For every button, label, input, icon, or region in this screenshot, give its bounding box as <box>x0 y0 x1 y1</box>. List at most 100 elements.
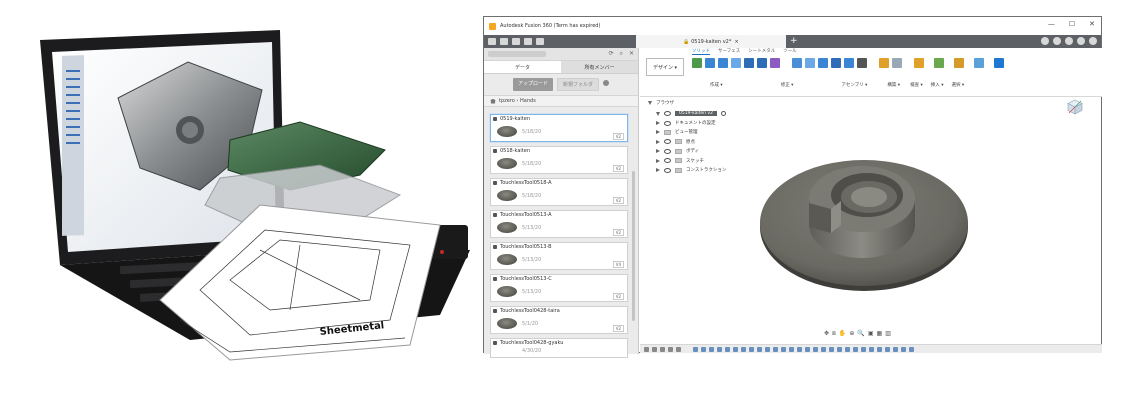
team-selector[interactable] <box>488 51 546 57</box>
timeline-feature[interactable] <box>805 346 810 352</box>
notifications-icon[interactable] <box>1065 37 1073 45</box>
close-button[interactable]: ✕ <box>1089 20 1095 28</box>
file-card[interactable]: 0519-kaiten 5/18/20 V2 <box>490 114 628 142</box>
pan-icon[interactable]: ✋ <box>839 330 846 338</box>
group-create[interactable]: 作成 ▾ <box>710 82 723 88</box>
press-pull-icon[interactable] <box>792 58 802 68</box>
joint-icon[interactable] <box>892 58 902 68</box>
browser-item[interactable]: ビュー管理 <box>656 128 726 137</box>
file-card[interactable]: 0518-kaiten 5/18/20 V2 <box>490 146 628 174</box>
collapse-icon[interactable] <box>648 101 652 105</box>
file-card[interactable]: TouchlessTool0428-taira 5/1/20 V2 <box>490 306 628 334</box>
fillet-icon[interactable] <box>805 58 815 68</box>
timeline-feature[interactable] <box>893 346 898 352</box>
breadcrumb-item-folder[interactable]: Hands <box>520 98 536 104</box>
form-icon[interactable] <box>770 58 780 68</box>
timeline-feature[interactable] <box>853 346 858 352</box>
file-card[interactable]: TouchlessTool0513-A 5/13/20 V2 <box>490 210 628 238</box>
visibility-icon[interactable] <box>664 167 671 173</box>
timeline-feature[interactable] <box>789 346 794 352</box>
timeline-play-icon[interactable] <box>660 346 665 352</box>
display-settings-icon[interactable]: ▣ <box>868 330 874 338</box>
timeline-feature[interactable] <box>733 346 738 352</box>
file-card[interactable]: TouchlessTool0513-B 5/13/20 V4 <box>490 242 628 270</box>
expand-icon[interactable] <box>656 149 660 154</box>
timeline-feature[interactable] <box>837 346 842 352</box>
timeline-end-icon[interactable] <box>676 346 681 352</box>
extrude-icon[interactable] <box>705 58 715 68</box>
timeline-feature[interactable] <box>693 346 698 352</box>
timeline-feature[interactable] <box>749 346 754 352</box>
timeline-feature[interactable] <box>885 346 890 352</box>
browser-item[interactable]: スケッチ <box>656 156 726 165</box>
box-icon[interactable] <box>744 58 754 68</box>
extensions-icon[interactable] <box>1041 37 1049 45</box>
grid-settings-icon[interactable]: ▦ <box>877 330 883 338</box>
tab-surface[interactable]: サーフェス <box>718 48 740 55</box>
insert-icon[interactable] <box>954 58 964 68</box>
timeline-feature[interactable] <box>717 346 722 352</box>
viewports-icon[interactable]: ▥ <box>885 330 891 338</box>
pattern-icon[interactable] <box>757 58 767 68</box>
visibility-icon[interactable] <box>664 148 671 154</box>
version-badge[interactable]: V4 <box>612 261 624 268</box>
browser-item[interactable]: ドキュメントの設定 <box>656 118 726 127</box>
expand-icon[interactable] <box>656 168 660 173</box>
group-inspect[interactable]: 検査 ▾ <box>910 82 923 88</box>
save-icon[interactable] <box>512 38 520 45</box>
group-insert[interactable]: 挿入 ▾ <box>931 82 944 88</box>
browser-root[interactable]: 0519-kaiten v2 <box>656 109 726 118</box>
timeline-feature[interactable] <box>813 346 818 352</box>
tab-solid[interactable]: ソリッド <box>692 48 710 55</box>
timeline-feature[interactable] <box>757 346 762 352</box>
tab-sheetmetal[interactable]: シートメタル <box>748 48 775 55</box>
visibility-icon[interactable] <box>664 139 671 145</box>
group-assemble[interactable]: アセンブリ ▾ <box>841 82 867 88</box>
version-badge[interactable]: V2 <box>612 197 624 204</box>
help-icon[interactable] <box>1077 37 1085 45</box>
gear-icon[interactable] <box>603 80 610 86</box>
hole-icon[interactable] <box>731 58 741 68</box>
browser-item[interactable]: 原点 <box>656 137 726 146</box>
expand-icon[interactable] <box>656 158 660 163</box>
timeline-feature[interactable] <box>909 346 914 352</box>
timeline-feature[interactable] <box>861 346 866 352</box>
expand-icon[interactable] <box>656 139 660 144</box>
activate-icon[interactable] <box>720 111 726 117</box>
timeline-feature[interactable] <box>821 346 826 352</box>
look-at-icon[interactable]: ⧈ <box>832 330 836 338</box>
browser-item[interactable]: ボディ <box>656 147 726 156</box>
workspace-selector[interactable]: デザイン ▾ <box>646 58 684 76</box>
tab-data[interactable]: データ <box>484 61 561 73</box>
timeline-feature[interactable] <box>829 346 834 352</box>
expand-icon[interactable] <box>656 121 660 126</box>
timeline-feature[interactable] <box>701 346 706 352</box>
close-panel-icon[interactable]: ✕ <box>629 50 634 58</box>
version-badge[interactable]: V2 <box>612 325 624 332</box>
version-badge[interactable]: V2 <box>612 165 624 172</box>
maximize-button[interactable]: ☐ <box>1069 20 1075 28</box>
zoom-icon[interactable]: ⊕ <box>849 330 854 338</box>
visibility-icon[interactable] <box>664 111 671 117</box>
home-icon[interactable] <box>490 98 496 104</box>
create-sketch-icon[interactable] <box>692 58 702 68</box>
search-icon[interactable]: ⌕ <box>620 50 623 58</box>
browser-item[interactable]: コンストラクション <box>656 165 726 174</box>
move-icon[interactable] <box>857 58 867 68</box>
select-icon[interactable] <box>994 58 1004 68</box>
fit-icon[interactable]: 🔍 <box>857 330 864 338</box>
image-icon[interactable] <box>974 58 984 68</box>
shell-icon[interactable] <box>831 58 841 68</box>
file-card[interactable]: TouchlessTool0428-gyaku 4/30/20 <box>490 338 628 358</box>
version-badge[interactable]: V2 <box>612 293 624 300</box>
new-component-icon[interactable] <box>879 58 889 68</box>
file-icon[interactable] <box>500 38 508 45</box>
file-card[interactable]: TouchlessTool0518-A 5/18/20 V2 <box>490 178 628 206</box>
new-tab-button[interactable]: + <box>790 36 798 46</box>
timeline-feature[interactable] <box>877 346 882 352</box>
upload-button[interactable]: アップロード <box>512 78 553 91</box>
expand-icon[interactable] <box>656 130 660 135</box>
timeline-feature[interactable] <box>765 346 770 352</box>
undo-icon[interactable] <box>524 38 532 45</box>
timeline-feature[interactable] <box>773 346 778 352</box>
